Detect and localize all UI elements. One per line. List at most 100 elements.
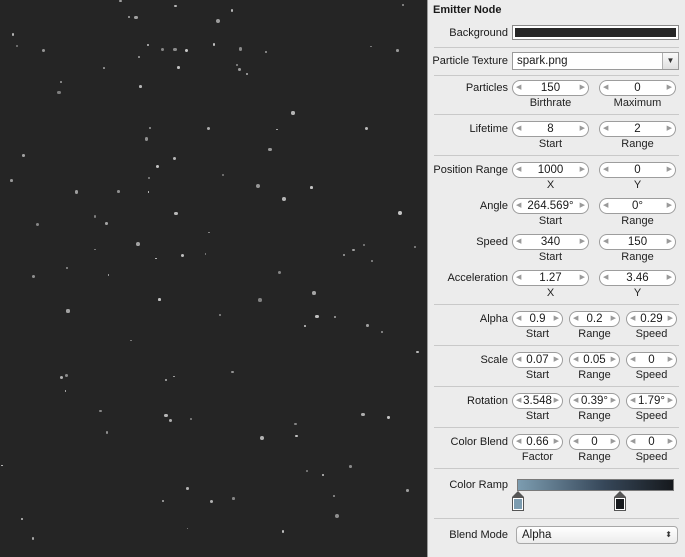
background-color-well[interactable] (512, 25, 679, 40)
increment-arrow-icon[interactable]: ▶ (580, 199, 585, 213)
increment-arrow-icon[interactable]: ▶ (611, 312, 616, 326)
decrement-arrow-icon[interactable]: ◀ (516, 312, 521, 326)
scale-start-value: 0.07 (526, 354, 549, 366)
blend-mode-popup[interactable]: Alpha ⬍ (516, 526, 678, 544)
angle-range-stepper[interactable]: ◀ 0° ▶ (599, 198, 676, 214)
decrement-arrow-icon[interactable]: ◀ (603, 271, 608, 285)
decrement-arrow-icon[interactable]: ◀ (516, 122, 521, 136)
color-ramp-gradient[interactable] (517, 479, 674, 491)
particle-texture-combo[interactable]: spark.png ▼ (512, 52, 679, 70)
increment-arrow-icon[interactable]: ▶ (667, 271, 672, 285)
particle (119, 0, 122, 3)
separator (434, 155, 679, 156)
increment-arrow-icon[interactable]: ▶ (668, 312, 673, 326)
increment-arrow-icon[interactable]: ▶ (580, 163, 585, 177)
alpha-range-stepper[interactable]: ◀ 0.2 ▶ (569, 311, 620, 327)
triangle-down-icon[interactable]: ▼ (662, 53, 678, 69)
decrement-arrow-icon[interactable]: ◀ (516, 353, 521, 367)
increment-arrow-icon[interactable]: ▶ (667, 81, 672, 95)
color-blend-speed-caption: Speed (635, 451, 668, 463)
increment-arrow-icon[interactable]: ▶ (667, 235, 672, 249)
decrement-arrow-icon[interactable]: ◀ (573, 312, 578, 326)
decrement-arrow-icon[interactable]: ◀ (573, 394, 578, 408)
rotation-start-stepper[interactable]: ◀ 3.548 ▶ (512, 393, 563, 409)
alpha-start-stepper[interactable]: ◀ 0.9 ▶ (512, 311, 563, 327)
increment-arrow-icon[interactable]: ▶ (554, 312, 559, 326)
decrement-arrow-icon[interactable]: ◀ (573, 353, 578, 367)
increment-arrow-icon[interactable]: ▶ (554, 353, 559, 367)
decrement-arrow-icon[interactable]: ◀ (516, 271, 521, 285)
particle (103, 67, 105, 69)
separator (434, 427, 679, 428)
position-range-y-caption: Y (633, 179, 642, 191)
increment-arrow-icon[interactable]: ▶ (667, 122, 672, 136)
position-range-x-stepper[interactable]: ◀ 1000 ▶ (512, 162, 589, 178)
color-blend-range-stepper[interactable]: ◀ 0 ▶ (569, 434, 620, 450)
separator (434, 345, 679, 346)
decrement-arrow-icon[interactable]: ◀ (603, 235, 608, 249)
decrement-arrow-icon[interactable]: ◀ (516, 394, 521, 408)
color-ramp-stop-start[interactable] (512, 491, 524, 513)
decrement-arrow-icon[interactable]: ◀ (630, 435, 635, 449)
decrement-arrow-icon[interactable]: ◀ (630, 353, 635, 367)
decrement-arrow-icon[interactable]: ◀ (630, 394, 635, 408)
decrement-arrow-icon[interactable]: ◀ (603, 163, 608, 177)
particle (260, 436, 264, 440)
color-ramp-stop-end[interactable] (614, 491, 626, 513)
angle-start-stepper[interactable]: ◀ 264.569° ▶ (512, 198, 589, 214)
increment-arrow-icon[interactable]: ▶ (668, 394, 673, 408)
increment-arrow-icon[interactable]: ▶ (580, 122, 585, 136)
particle (147, 191, 150, 194)
decrement-arrow-icon[interactable]: ◀ (516, 163, 521, 177)
particle (164, 414, 168, 418)
particle (219, 314, 222, 317)
lifetime-start-stepper[interactable]: ◀ 8 ▶ (512, 121, 589, 137)
increment-arrow-icon[interactable]: ▶ (611, 435, 616, 449)
maximum-stepper[interactable]: ◀ 0 ▶ (599, 80, 676, 96)
increment-arrow-icon[interactable]: ▶ (554, 435, 559, 449)
decrement-arrow-icon[interactable]: ◀ (516, 235, 521, 249)
separator (434, 518, 679, 519)
rotation-speed-stepper[interactable]: ◀ 1.79° ▶ (626, 393, 677, 409)
scale-start-stepper[interactable]: ◀ 0.07 ▶ (512, 352, 563, 368)
decrement-arrow-icon[interactable]: ◀ (603, 199, 608, 213)
decrement-arrow-icon[interactable]: ◀ (573, 435, 578, 449)
decrement-arrow-icon[interactable]: ◀ (516, 435, 521, 449)
rotation-range-stepper[interactable]: ◀ 0.39° ▶ (569, 393, 620, 409)
increment-arrow-icon[interactable]: ▶ (580, 81, 585, 95)
lifetime-range-stepper[interactable]: ◀ 2 ▶ (599, 121, 676, 137)
birthrate-caption: Birthrate (529, 97, 572, 109)
increment-arrow-icon[interactable]: ▶ (667, 199, 672, 213)
decrement-arrow-icon[interactable]: ◀ (630, 312, 635, 326)
decrement-arrow-icon[interactable]: ◀ (603, 81, 608, 95)
color-blend-factor-stepper[interactable]: ◀ 0.66 ▶ (512, 434, 563, 450)
increment-arrow-icon[interactable]: ▶ (611, 353, 616, 367)
acceleration-x-stepper[interactable]: ◀ 1.27 ▶ (512, 270, 589, 286)
scale-range-stepper[interactable]: ◀ 0.05 ▶ (569, 352, 620, 368)
color-blend-speed-stepper[interactable]: ◀ 0 ▶ (626, 434, 677, 450)
increment-arrow-icon[interactable]: ▶ (554, 394, 559, 408)
decrement-arrow-icon[interactable]: ◀ (516, 81, 521, 95)
decrement-arrow-icon[interactable]: ◀ (516, 199, 521, 213)
scene-canvas[interactable] (0, 0, 427, 557)
increment-arrow-icon[interactable]: ▶ (580, 235, 585, 249)
increment-arrow-icon[interactable]: ▶ (580, 271, 585, 285)
particle (186, 487, 190, 490)
increment-arrow-icon[interactable]: ▶ (668, 435, 673, 449)
particle (235, 63, 239, 67)
speed-range-stepper[interactable]: ◀ 150 ▶ (599, 234, 676, 250)
decrement-arrow-icon[interactable]: ◀ (603, 122, 608, 136)
birthrate-stepper[interactable]: ◀ 150 ▶ (512, 80, 589, 96)
increment-arrow-icon[interactable]: ▶ (668, 353, 673, 367)
scale-speed-stepper[interactable]: ◀ 0 ▶ (626, 352, 677, 368)
acceleration-y-stepper[interactable]: ◀ 3.46 ▶ (599, 270, 676, 286)
scale-speed-value: 0 (648, 354, 655, 366)
speed-start-stepper[interactable]: ◀ 340 ▶ (512, 234, 589, 250)
birthrate-value: 150 (540, 82, 561, 94)
increment-arrow-icon[interactable]: ▶ (611, 394, 616, 408)
panel-title: Emitter Node (433, 4, 502, 16)
alpha-speed-stepper[interactable]: ◀ 0.29 ▶ (626, 311, 677, 327)
acceleration-x-caption: X (546, 287, 555, 299)
increment-arrow-icon[interactable]: ▶ (667, 163, 672, 177)
position-range-y-stepper[interactable]: ◀ 0 ▶ (599, 162, 676, 178)
